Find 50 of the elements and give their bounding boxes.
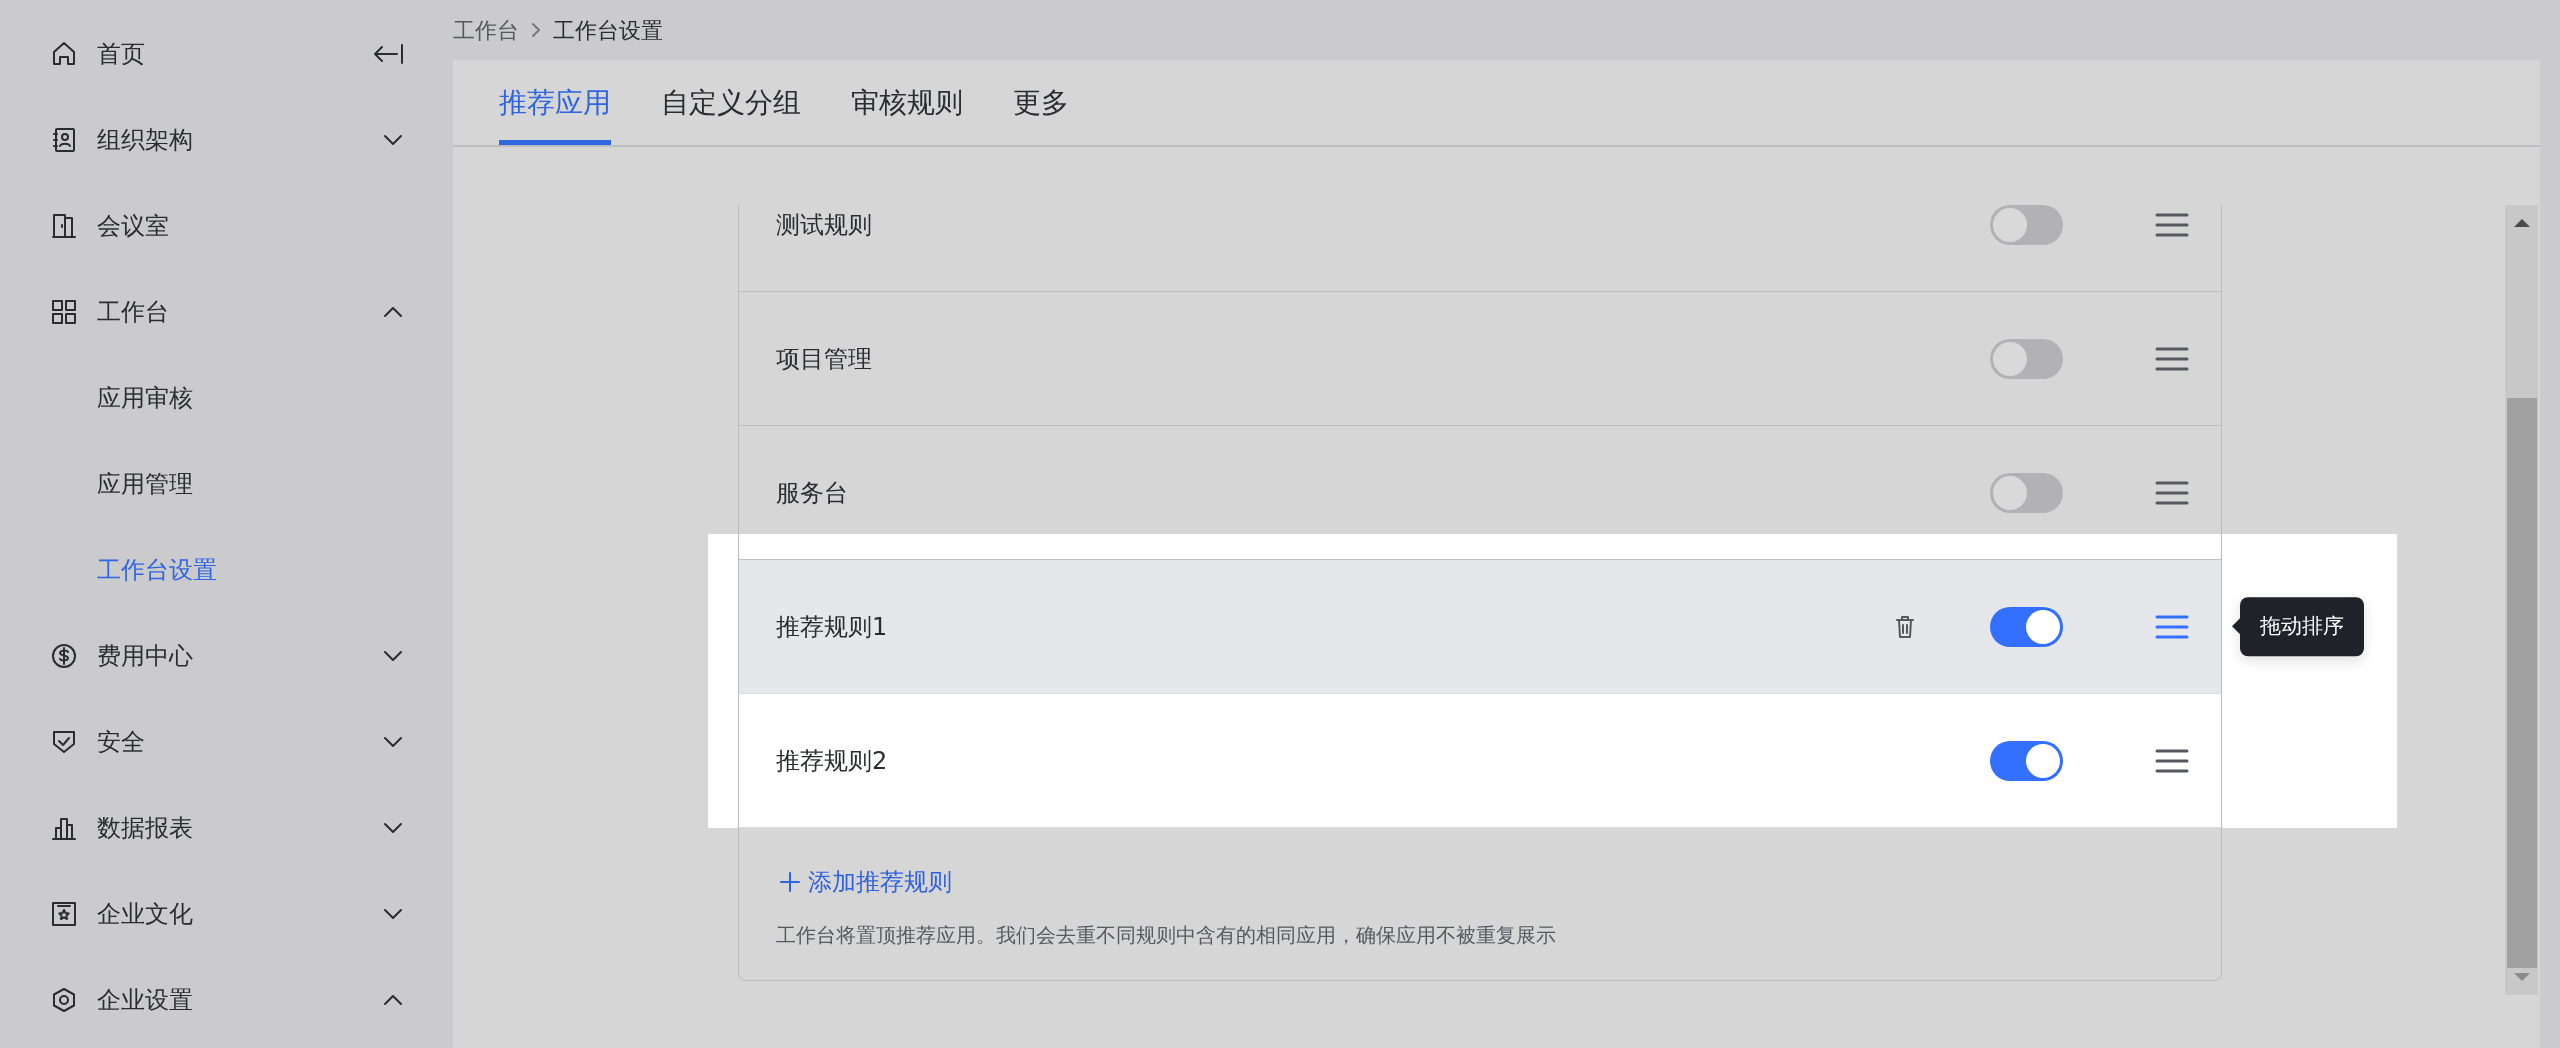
scroll-up-icon[interactable] (2513, 219, 2530, 227)
sidebar-item[interactable]: 组织架构 (0, 97, 453, 183)
drag-handle-icon[interactable] (2155, 211, 2189, 238)
plus-icon (780, 872, 800, 892)
tooltip-arrow (2232, 618, 2240, 635)
breadcrumb-item[interactable]: 工作台 (453, 13, 519, 47)
tab[interactable]: 审核规则 (851, 60, 963, 145)
grid-icon (50, 298, 78, 326)
shield-icon (50, 728, 78, 756)
toggle-switch[interactable] (1990, 338, 2063, 379)
drag-handle-icon[interactable] (2155, 345, 2189, 372)
contact-book-icon (50, 126, 78, 154)
breadcrumb-item: 工作台设置 (553, 16, 663, 45)
collapse-sidebar-icon[interactable] (371, 42, 405, 66)
star-frame-icon (50, 900, 78, 928)
sidebar-item[interactable]: 安全 (0, 699, 453, 785)
toggle-switch[interactable] (1990, 606, 2063, 647)
rule-name: 推荐规则1 (776, 611, 889, 643)
toggle-switch[interactable] (1990, 205, 2063, 245)
rule-name: 项目管理 (776, 343, 873, 375)
rule-name: 推荐规则2 (776, 745, 889, 777)
rule-name: 测试规则 (776, 209, 873, 241)
door-icon (50, 212, 78, 240)
drag-handle-icon[interactable] (2155, 479, 2189, 506)
sidebar-item[interactable]: 数据报表 (0, 785, 453, 871)
sidebar-item[interactable]: 工作台 (0, 269, 453, 355)
drag-handle-icon[interactable] (2155, 613, 2189, 640)
add-rule-button[interactable]: 添加推荐规则 (776, 864, 952, 900)
tab[interactable]: 自定义分组 (661, 60, 801, 145)
sidebar-item[interactable]: 首页 (0, 11, 453, 97)
sidebar-subitem[interactable]: 应用审核 (0, 355, 453, 441)
sidebar-item[interactable]: 企业设置 (0, 957, 453, 1043)
toggle-switch[interactable] (1990, 472, 2063, 513)
scrollbar[interactable] (2505, 205, 2538, 995)
hint-text: 工作台将置顶推荐应用。我们会去重不同规则中含有的相同应用，确保应用不被重复展示 (776, 922, 1557, 949)
tab[interactable]: 推荐应用 (499, 60, 611, 145)
sidebar-subitem[interactable]: 应用管理 (0, 441, 453, 527)
dollar-circle-icon (50, 642, 78, 670)
sidebar-item[interactable]: 会议室 (0, 183, 453, 269)
sidebar-item[interactable]: 企业文化 (0, 871, 453, 957)
rule-name: 服务台 (776, 477, 849, 509)
hexagon-gear-icon (50, 986, 78, 1014)
drag-handle-icon[interactable] (2155, 747, 2189, 774)
scrollbar-thumb[interactable] (2506, 398, 2537, 968)
sidebar-item[interactable]: 费用中心 (0, 613, 453, 699)
delete-icon[interactable] (1894, 614, 1916, 639)
home-icon (50, 40, 78, 68)
chevron-right-icon (529, 21, 543, 39)
toggle-switch[interactable] (1990, 740, 2063, 781)
tab[interactable]: 更多 (1013, 60, 1069, 145)
